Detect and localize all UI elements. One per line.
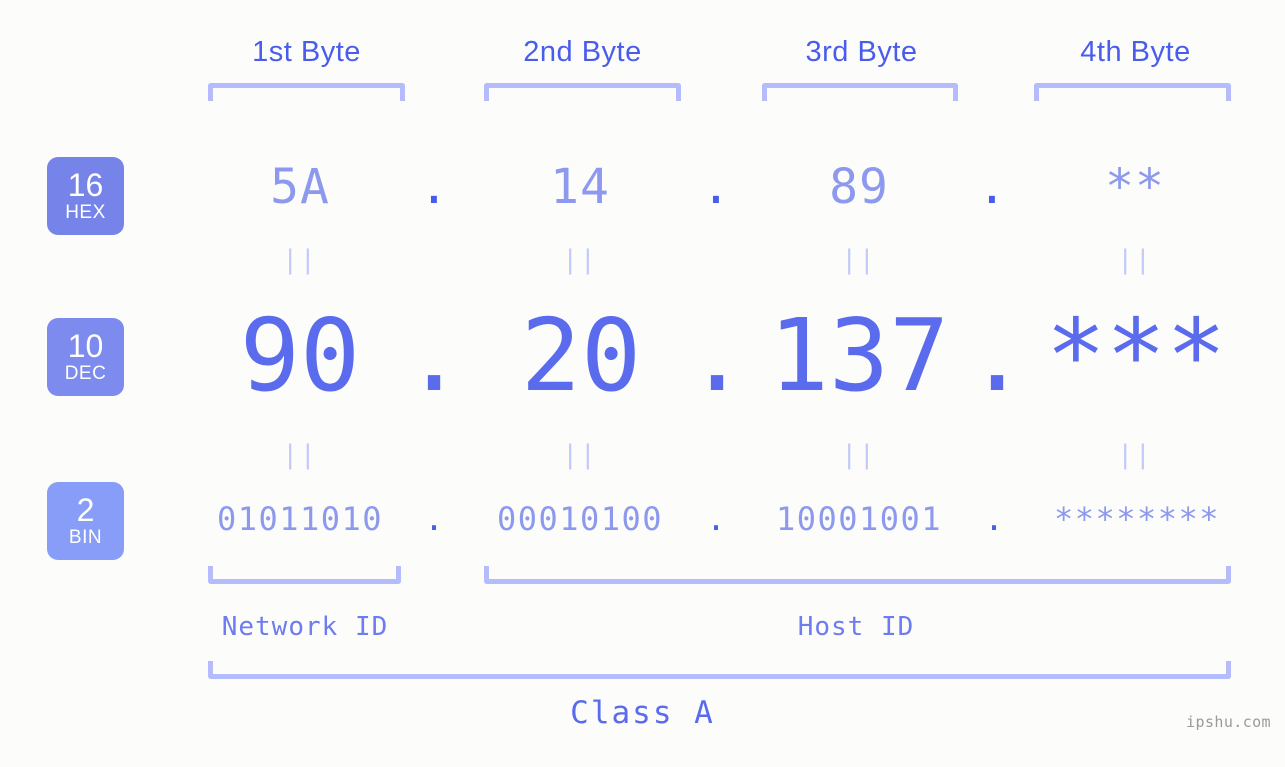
bin-value-byte-3: 10001001 (775, 500, 943, 538)
site-watermark: ipshu.com (1186, 713, 1271, 731)
hex-separator-1: . (419, 159, 449, 215)
hex-value-byte-4: ** (1105, 159, 1165, 215)
byte-header-4: 4th Byte (1080, 36, 1191, 68)
host-id-bracket (484, 566, 1231, 584)
radix-badge-dec-label: DEC (64, 362, 107, 384)
dec-value-byte-2: 20 (520, 297, 642, 414)
equals-mark-hex-dec-1: || (282, 245, 318, 275)
network-id-label: Network ID (221, 612, 389, 642)
dec-separator-3: . (967, 297, 1028, 414)
dec-value-byte-4: *** (1045, 297, 1227, 414)
radix-badge-dec: 10 DEC (47, 318, 124, 396)
dec-value-byte-1: 90 (239, 297, 361, 414)
radix-badge-dec-number: 10 (67, 327, 104, 364)
class-bracket (208, 661, 1231, 679)
bin-value-byte-1: 01011010 (216, 500, 384, 538)
radix-badge-bin-number: 2 (76, 491, 95, 528)
dec-separator-1: . (404, 297, 465, 414)
radix-badge-bin-label: BIN (68, 526, 103, 548)
equals-mark-hex-dec-2: || (562, 245, 598, 275)
byte-bracket-4 (1034, 83, 1231, 101)
hex-separator-2: . (701, 159, 731, 215)
equals-mark-dec-bin-1: || (282, 440, 318, 470)
radix-badge-hex-number: 16 (67, 166, 104, 203)
bin-separator-3: . (984, 500, 1004, 538)
class-label: Class A (570, 695, 715, 731)
network-id-bracket (208, 566, 401, 584)
equals-mark-dec-bin-4: || (1117, 440, 1153, 470)
hex-value-byte-1: 5A (270, 159, 330, 215)
byte-header-1: 1st Byte (252, 36, 361, 68)
radix-badge-hex-label: HEX (65, 201, 106, 223)
hex-value-byte-2: 14 (550, 159, 610, 215)
dec-separator-2: . (687, 297, 748, 414)
equals-mark-dec-bin-2: || (562, 440, 598, 470)
bin-value-byte-2: 00010100 (496, 500, 664, 538)
byte-bracket-1 (208, 83, 405, 101)
dec-value-byte-3: 137 (768, 297, 950, 414)
ip-breakdown-diagram: 1st Byte 2nd Byte 3rd Byte 4th Byte 16 H… (0, 0, 1285, 767)
byte-bracket-3 (762, 83, 958, 101)
bin-separator-1: . (424, 500, 444, 538)
bin-separator-2: . (706, 500, 726, 538)
radix-badge-bin: 2 BIN (47, 482, 124, 560)
byte-header-3: 3rd Byte (805, 36, 918, 68)
hex-separator-3: . (977, 159, 1007, 215)
byte-bracket-2 (484, 83, 681, 101)
equals-mark-dec-bin-3: || (841, 440, 877, 470)
host-id-label: Host ID (797, 612, 915, 642)
bin-value-byte-4: ******** (1053, 500, 1221, 538)
radix-badge-hex: 16 HEX (47, 157, 124, 235)
equals-mark-hex-dec-4: || (1117, 245, 1153, 275)
equals-mark-hex-dec-3: || (841, 245, 877, 275)
byte-header-2: 2nd Byte (523, 36, 642, 68)
hex-value-byte-3: 89 (829, 159, 889, 215)
